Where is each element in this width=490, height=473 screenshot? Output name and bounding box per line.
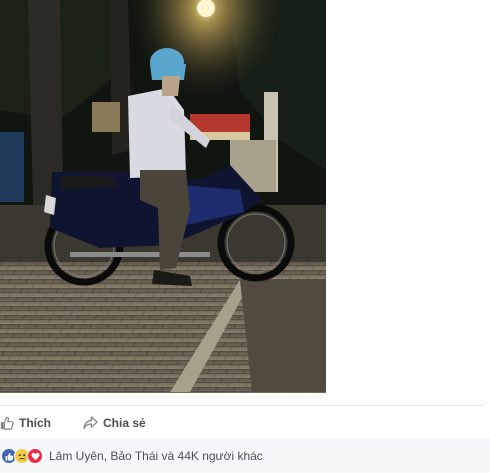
love-reaction-icon: [27, 448, 43, 464]
reaction-icons[interactable]: [1, 448, 43, 464]
share-arrow-icon: [83, 415, 98, 430]
post-photo[interactable]: [0, 0, 326, 393]
reactions-summary: Lâm Uyên, Bảo Thái và 44K người khác: [0, 439, 490, 473]
share-button-label: Chia sẻ: [103, 415, 146, 430]
thumbs-up-icon: [0, 416, 14, 430]
like-button-label: Thích: [19, 415, 51, 430]
facebook-post: Thích Chia sẻ Lâm Uyên, Bảo Thái và 44K …: [0, 0, 490, 473]
like-button[interactable]: Thích: [0, 406, 51, 439]
reactions-summary-text[interactable]: Lâm Uyên, Bảo Thái và 44K người khác: [49, 449, 263, 463]
night-motorbike-scene: [0, 0, 326, 393]
share-button[interactable]: Chia sẻ: [83, 406, 146, 439]
post-action-bar: Thích Chia sẻ: [0, 405, 484, 440]
